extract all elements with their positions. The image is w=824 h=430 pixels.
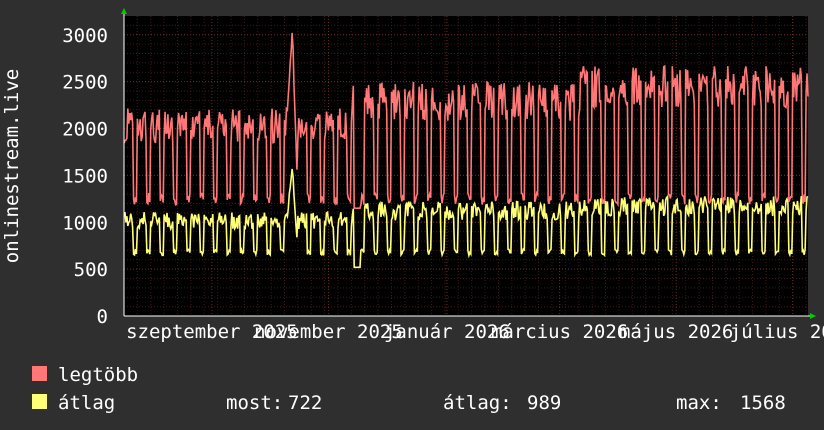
y-tick-label: 2500 xyxy=(62,72,108,94)
y-tick-label: 1500 xyxy=(62,165,108,187)
legend-label-atlag: átlag xyxy=(58,392,115,414)
legend-label-legtobb: legtöbb xyxy=(58,364,138,386)
line-chart: 0 500 1000 1500 2000 2500 3000 szeptember 2025… xyxy=(1,8,824,414)
stat-most-value: 722 xyxy=(288,392,322,414)
x-tick-label: március 2026 xyxy=(491,321,628,343)
y-tick-label: 1000 xyxy=(62,212,108,234)
stat-max-label: max: xyxy=(676,392,722,414)
x-tick-label: július 2026 xyxy=(730,321,824,343)
y-tick-label: 3000 xyxy=(62,25,108,47)
legend: legtöbb átlag most: 722 átlag: 989 max: … xyxy=(32,364,786,414)
y-axis-label: onlinestream.live xyxy=(1,69,23,263)
x-tick-labels: szeptember 2025november 2025január 2026m… xyxy=(126,321,824,343)
y-tick-label: 2000 xyxy=(62,119,108,141)
stat-most-label: most: xyxy=(226,392,283,414)
x-tick-label: május 2026 xyxy=(619,321,733,343)
legend-swatch-atlag xyxy=(32,394,47,409)
stat-atlag-label: átlag: xyxy=(443,392,512,414)
x-axis-arrow xyxy=(810,313,816,319)
x-tick-label: november 2025 xyxy=(254,321,403,343)
stat-max-value: 1568 xyxy=(740,392,786,414)
y-tick-label: 500 xyxy=(74,259,108,281)
y-tick-label: 0 xyxy=(97,306,108,328)
y-tick-labels: 0 500 1000 1500 2000 2500 3000 xyxy=(62,25,108,328)
legend-swatch-legtobb xyxy=(32,366,47,381)
stat-atlag-value: 989 xyxy=(527,392,561,414)
y-axis-arrow xyxy=(121,8,127,14)
